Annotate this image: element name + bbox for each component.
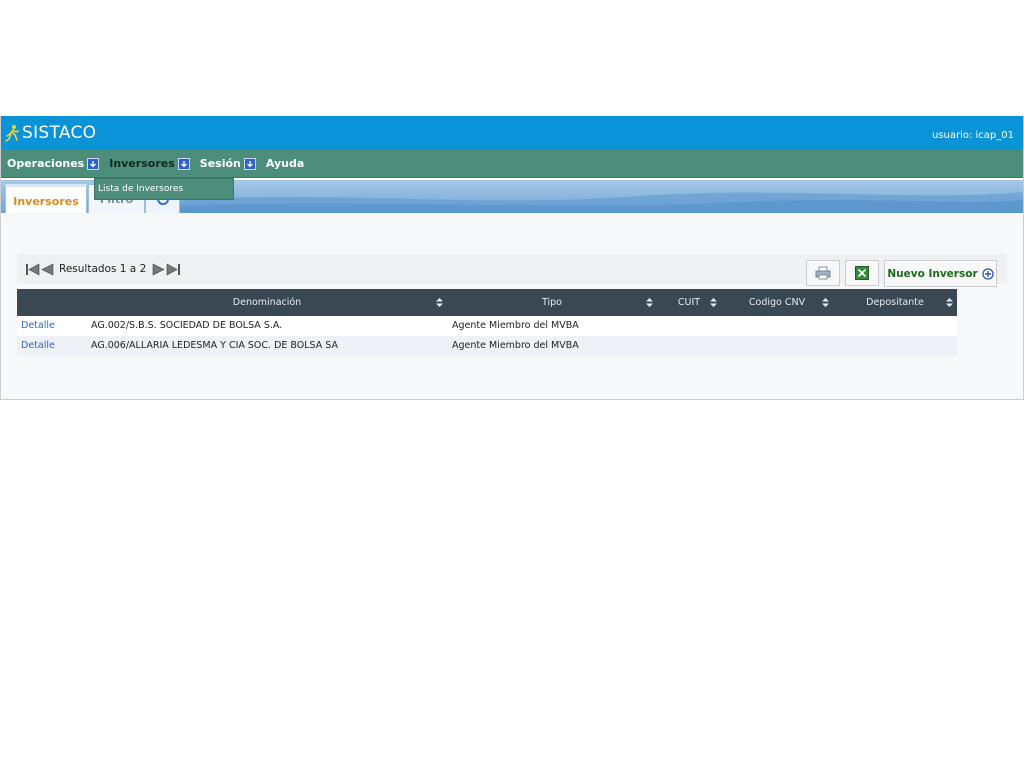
investors-table: Denominación Tipo CUIT Codigo CNV Deposi… — [17, 289, 957, 356]
column-header-tipo[interactable]: Tipo — [447, 289, 657, 316]
menu-label: Operaciones — [7, 157, 85, 170]
cell-tipo: Agente Miembro del MVBA — [452, 320, 579, 331]
menu-label: Sesión — [199, 157, 241, 170]
detail-link[interactable]: Detalle — [21, 336, 55, 356]
excel-button[interactable] — [845, 260, 879, 286]
menu-inversores[interactable]: Inversores — [109, 150, 190, 177]
new-investor-label: Nuevo Inversor — [887, 267, 978, 280]
column-header-action — [17, 289, 87, 316]
menu-label: Inversores — [109, 157, 175, 170]
menu-label: Ayuda — [265, 157, 305, 170]
table-row: Detalle AG.002/S.B.S. SOCIEDAD DE BOLSA … — [17, 316, 957, 336]
app-title: SISTACO — [22, 123, 97, 143]
sort-icon — [946, 298, 953, 307]
last-page-icon[interactable] — [166, 262, 181, 276]
detail-link[interactable]: Detalle — [21, 316, 55, 336]
brand: SISTACO — [5, 123, 96, 143]
sort-icon — [822, 298, 829, 307]
first-page-icon[interactable] — [25, 262, 40, 276]
inversores-dropdown: Lista de Inversores — [94, 178, 234, 200]
pager-nav: Resultados 1 a 2 — [25, 262, 181, 276]
arrow-down-icon — [243, 157, 256, 170]
menu-operaciones[interactable]: Operaciones — [7, 150, 100, 177]
table-header: Denominación Tipo CUIT Codigo CNV Deposi… — [17, 289, 957, 316]
new-investor-button[interactable]: Nuevo Inversor — [884, 260, 997, 287]
column-header-depositante[interactable]: Depositante — [833, 289, 957, 316]
runner-icon — [5, 125, 19, 142]
table-row: Detalle AG.006/ALLARIA LEDESMA Y CIA SOC… — [17, 336, 957, 356]
top-bar: SISTACO usuario: icap_01 — [1, 116, 1023, 150]
cell-denominacion: AG.006/ALLARIA LEDESMA Y CIA SOC. DE BOL… — [91, 340, 338, 351]
prev-page-icon[interactable] — [40, 263, 55, 276]
tab-inversores[interactable]: Inversores — [5, 184, 87, 215]
menu-sesion[interactable]: Sesión — [200, 150, 256, 177]
user-label: usuario: icap_01 — [931, 130, 1014, 141]
next-page-icon[interactable] — [151, 263, 166, 276]
column-header-codigo-cnv[interactable]: Codigo CNV — [721, 289, 833, 316]
excel-icon — [855, 266, 869, 280]
column-header-denominacion[interactable]: Denominación — [87, 289, 447, 316]
dropdown-item-lista-inversores[interactable]: Lista de Inversores — [95, 184, 183, 194]
plus-circle-icon — [981, 267, 994, 280]
results-label: Resultados 1 a 2 — [59, 263, 147, 275]
sort-icon — [646, 298, 653, 307]
menu-ayuda[interactable]: Ayuda — [266, 150, 304, 177]
cell-tipo: Agente Miembro del MVBA — [452, 340, 579, 351]
app-window: SISTACO usuario: icap_01 Operaciones Inv… — [0, 116, 1024, 400]
sort-icon — [710, 298, 717, 307]
main-menu: Operaciones Inversores Sesión Ayuda — [1, 150, 1023, 178]
column-header-cuit[interactable]: CUIT — [657, 289, 721, 316]
cell-denominacion: AG.002/S.B.S. SOCIEDAD DE BOLSA S.A. — [91, 320, 283, 331]
print-icon — [815, 266, 831, 280]
arrow-down-icon — [177, 157, 190, 170]
sort-icon — [436, 298, 443, 307]
print-button[interactable] — [806, 260, 840, 286]
arrow-down-icon — [87, 157, 100, 170]
tab-band-wave — [179, 192, 1023, 213]
